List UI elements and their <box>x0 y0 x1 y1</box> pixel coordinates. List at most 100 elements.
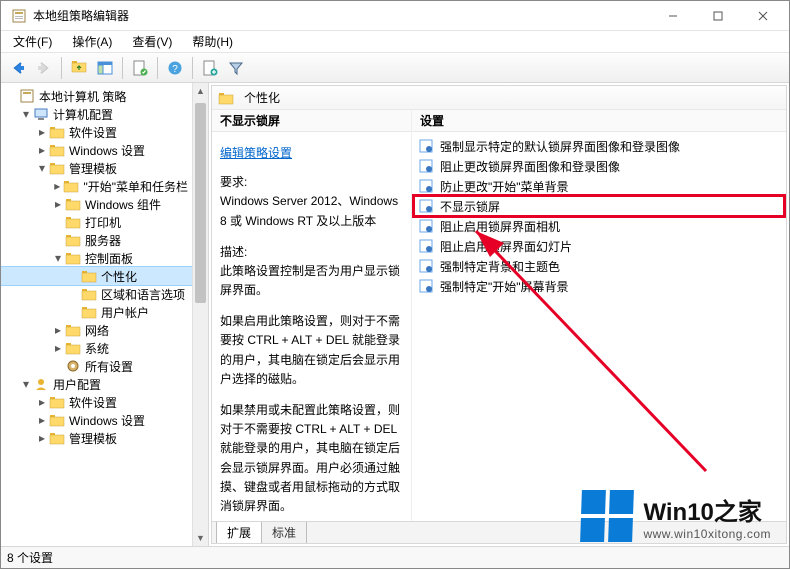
requirements-text: Windows Server 2012、Windows 8 或 Windows … <box>220 192 403 230</box>
folder-icon <box>65 214 81 230</box>
settings-list: 强制显示特定的默认锁屏界面图像和登录图像 阻止更改锁屏界面图像和登录图像 防止更… <box>412 132 786 521</box>
path-label: 个性化 <box>244 89 280 106</box>
svg-text:?: ? <box>172 64 178 75</box>
titlebar: 本地组策略编辑器 <box>1 1 789 31</box>
status-text: 8 个设置 <box>7 549 53 566</box>
tree-computer-config[interactable]: ▾计算机配置 <box>1 105 192 123</box>
setting-item[interactable]: 阻止启用锁屏界面幻灯片 <box>414 236 784 256</box>
folder-icon <box>81 286 97 302</box>
tree-user-config[interactable]: ▾用户配置 <box>1 375 192 393</box>
setting-item[interactable]: 阻止更改锁屏界面图像和登录图像 <box>414 156 784 176</box>
tree-root[interactable]: ▸本地计算机 策略 <box>1 87 192 105</box>
policy-item-icon <box>418 278 434 294</box>
tree-scrollbar[interactable]: ▲ ▼ <box>192 83 208 546</box>
tree-all-settings[interactable]: ▸所有设置 <box>1 357 192 375</box>
settings-head[interactable]: 设置 <box>412 110 786 132</box>
menubar: 文件(F) 操作(A) 查看(V) 帮助(H) <box>1 31 789 53</box>
scroll-up-icon[interactable]: ▲ <box>193 83 208 99</box>
folder-icon <box>63 178 79 194</box>
description-label: 描述: <box>220 243 403 262</box>
tree-control-panel[interactable]: ▾控制面板 <box>1 249 192 267</box>
scroll-thumb[interactable] <box>195 103 206 303</box>
folder-icon <box>218 90 234 106</box>
close-button[interactable] <box>740 1 785 31</box>
menu-view[interactable]: 查看(V) <box>124 31 180 52</box>
setting-item[interactable]: 强制特定背景和主题色 <box>414 256 784 276</box>
tree-pane: ▸本地计算机 策略 ▾计算机配置 ▸软件设置 ▸Windows 设置 ▾管理模板… <box>1 83 209 546</box>
toolbar: ? <box>1 53 789 83</box>
minimize-button[interactable] <box>650 1 695 31</box>
properties-button[interactable] <box>128 56 152 80</box>
menu-action[interactable]: 操作(A) <box>64 31 120 52</box>
folder-icon <box>49 412 65 428</box>
setting-item[interactable]: 强制显示特定的默认锁屏界面图像和登录图像 <box>414 136 784 156</box>
folder-icon <box>49 160 65 176</box>
settings-column: 设置 强制显示特定的默认锁屏界面图像和登录图像 阻止更改锁屏界面图像和登录图像 … <box>412 110 786 521</box>
setting-item-highlight[interactable]: 不显示锁屏 <box>414 196 784 216</box>
menu-help[interactable]: 帮助(H) <box>184 31 241 52</box>
window-title: 本地组策略编辑器 <box>33 7 129 24</box>
tree-personalization[interactable]: ▸个性化 <box>1 267 192 285</box>
tree-user-accounts[interactable]: ▸用户帐户 <box>1 303 192 321</box>
app-icon <box>11 8 27 24</box>
filter-button[interactable] <box>224 56 248 80</box>
statusbar: 8 个设置 <box>1 546 789 568</box>
setting-item[interactable]: 防止更改"开始"菜单背景 <box>414 176 784 196</box>
filter-options-button[interactable] <box>198 56 222 80</box>
tree-windows-settings[interactable]: ▸Windows 设置 <box>1 141 192 159</box>
content-pane: 个性化 不显示锁屏 编辑策略设置 要求: Windows Server 2012… <box>209 83 789 546</box>
policy-item-icon <box>418 198 434 214</box>
setting-item[interactable]: 强制特定"开始"屏幕背景 <box>414 276 784 296</box>
computer-icon <box>33 106 49 122</box>
description-p3: 如果禁用或未配置此策略设置，则对于不需要按 CTRL + ALT + DEL 就… <box>220 401 403 516</box>
folder-icon <box>81 268 97 284</box>
nav-tree[interactable]: ▸本地计算机 策略 ▾计算机配置 ▸软件设置 ▸Windows 设置 ▾管理模板… <box>1 87 208 447</box>
folder-icon <box>81 304 97 320</box>
tree-printers[interactable]: ▸打印机 <box>1 213 192 231</box>
requirements-label: 要求: <box>220 173 403 192</box>
tree-admin-templates[interactable]: ▾管理模板 <box>1 159 192 177</box>
description-head: 不显示锁屏 <box>212 110 411 132</box>
folder-icon <box>65 232 81 248</box>
folder-icon <box>65 340 81 356</box>
path-bar: 个性化 <box>212 86 786 110</box>
tree-server[interactable]: ▸服务器 <box>1 231 192 249</box>
tabs-bar: 扩展 标准 <box>212 521 786 543</box>
tree-u-admin[interactable]: ▸管理模板 <box>1 429 192 447</box>
scroll-down-icon[interactable]: ▼ <box>193 530 208 546</box>
description-p2: 如果启用此策略设置，则对于不需要按 CTRL + ALT + DEL 就能登录的… <box>220 312 403 389</box>
back-button[interactable] <box>6 56 30 80</box>
policy-item-icon <box>418 178 434 194</box>
tree-u-software[interactable]: ▸软件设置 <box>1 393 192 411</box>
tree-windows-components[interactable]: ▸Windows 组件 <box>1 195 192 213</box>
folder-icon <box>65 322 81 338</box>
folder-icon <box>49 394 65 410</box>
description-p1: 此策略设置控制是否为用户显示锁屏界面。 <box>220 262 403 300</box>
tree-network[interactable]: ▸网络 <box>1 321 192 339</box>
tree-start-taskbar[interactable]: ▸"开始"菜单和任务栏 <box>1 177 192 195</box>
help-button[interactable]: ? <box>163 56 187 80</box>
up-button[interactable] <box>67 56 91 80</box>
forward-button[interactable] <box>32 56 56 80</box>
folder-icon <box>49 124 65 140</box>
tab-extended[interactable]: 扩展 <box>216 522 262 544</box>
menu-file[interactable]: 文件(F) <box>5 31 60 52</box>
maximize-button[interactable] <box>695 1 740 31</box>
tree-u-windows[interactable]: ▸Windows 设置 <box>1 411 192 429</box>
edit-policy-link[interactable]: 编辑策略设置 <box>220 146 292 160</box>
tree-system[interactable]: ▸系统 <box>1 339 192 357</box>
policy-item-icon <box>418 218 434 234</box>
policy-item-icon <box>418 158 434 174</box>
show-hide-tree-button[interactable] <box>93 56 117 80</box>
folder-icon <box>49 430 65 446</box>
folder-icon <box>49 142 65 158</box>
tree-regional-lang[interactable]: ▸区域和语言选项 <box>1 285 192 303</box>
tab-standard[interactable]: 标准 <box>261 522 307 544</box>
policy-item-icon <box>418 258 434 274</box>
user-icon <box>33 376 49 392</box>
folder-icon <box>65 196 81 212</box>
setting-item[interactable]: 阻止启用锁屏界面相机 <box>414 216 784 236</box>
tree-software-settings[interactable]: ▸软件设置 <box>1 123 192 141</box>
policy-icon <box>19 88 35 104</box>
settings-icon <box>65 358 81 374</box>
